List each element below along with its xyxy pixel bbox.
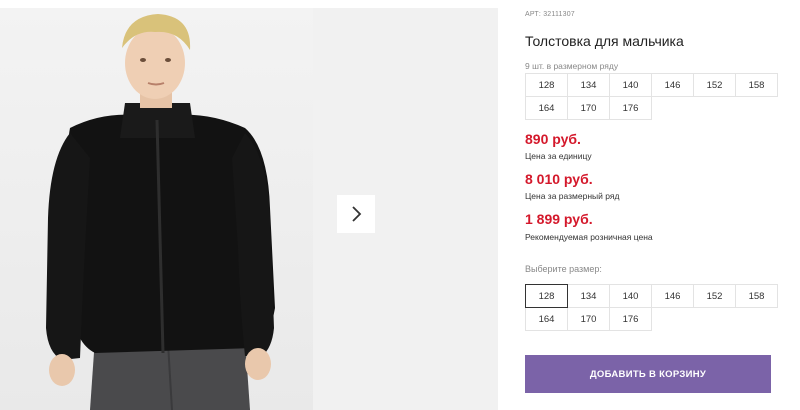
size-option-140[interactable]: 140	[609, 284, 652, 308]
retail-price-label: Рекомендуемая розничная цена	[525, 232, 653, 242]
size-option-158[interactable]: 158	[735, 284, 778, 308]
size-selector: 128 134 140 146 152 158 164 170 176	[525, 284, 778, 331]
size-option-152[interactable]: 152	[693, 284, 736, 308]
size-option-170[interactable]: 170	[567, 307, 610, 331]
unit-price: 890 руб.	[525, 131, 581, 147]
product-gallery	[0, 0, 498, 410]
row-price: 8 010 руб.	[525, 171, 593, 187]
unit-price-label: Цена за единицу	[525, 151, 592, 161]
size-option-146[interactable]: 146	[651, 284, 694, 308]
product-sku: АРТ: 32111307	[525, 11, 575, 18]
size-row-cell: 164	[525, 96, 568, 120]
size-row-cell: 170	[567, 96, 610, 120]
size-row-note: 9 шт. в размерном ряду	[525, 61, 619, 71]
boy-in-black-fleece-jacket-image	[46, 14, 275, 410]
size-row-cell: 134	[567, 73, 610, 97]
retail-price: 1 899 руб.	[525, 211, 593, 227]
size-option-128[interactable]: 128	[525, 284, 568, 308]
size-row-cell: 176	[609, 96, 652, 120]
row-price-label: Цена за размерный ряд	[525, 191, 620, 201]
product-photo	[0, 8, 313, 410]
size-row-cell: 128	[525, 73, 568, 97]
size-option-134[interactable]: 134	[567, 284, 610, 308]
size-row-cell: 146	[651, 73, 694, 97]
product-title: Толстовка для мальчика	[525, 33, 684, 49]
chevron-right-icon	[352, 206, 362, 222]
size-option-164[interactable]: 164	[525, 307, 568, 331]
add-to-cart-button[interactable]: ДОБАВИТЬ В КОРЗИНУ	[525, 355, 771, 393]
size-row-cell: 158	[735, 73, 778, 97]
choose-size-label: Выберите размер:	[525, 264, 602, 274]
size-row-cell: 152	[693, 73, 736, 97]
size-option-176[interactable]: 176	[609, 307, 652, 331]
size-row-grid: 128 134 140 146 152 158 164 170 176	[525, 73, 778, 120]
next-image-button[interactable]	[337, 195, 375, 233]
size-row-cell: 140	[609, 73, 652, 97]
